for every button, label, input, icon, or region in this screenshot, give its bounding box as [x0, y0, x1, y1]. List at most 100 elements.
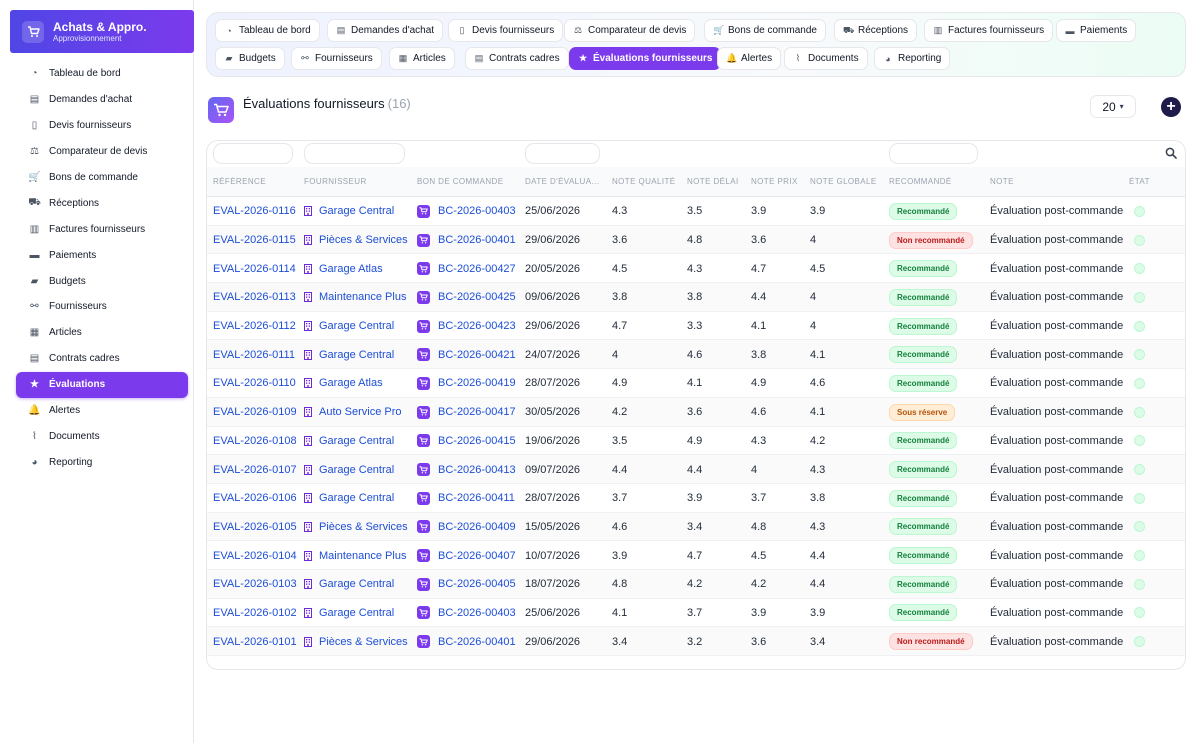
table-row[interactable]: EVAL-2026-0116 Garage Central BC-2026-0040… — [207, 197, 1185, 226]
supplier-link[interactable]: Garage Central — [319, 320, 394, 332]
supplier-link[interactable]: Garage Central — [319, 349, 394, 361]
column-header[interactable]: Note — [990, 177, 1014, 186]
tab-row1-4[interactable]: 🛒 Bons de commande — [704, 19, 826, 42]
tab-row1-5[interactable]: ⛟ Réceptions — [834, 19, 918, 42]
table-row[interactable]: EVAL-2026-0106 Garage Central BC-2026-0041… — [207, 484, 1185, 513]
purchase-order-link[interactable]: BC-2026-00411 — [438, 492, 515, 504]
supplier-link[interactable]: Garage Central — [319, 607, 394, 619]
purchase-order-link[interactable]: BC-2026-00401 — [438, 636, 516, 648]
supplier-link[interactable]: Garage Atlas — [319, 377, 383, 389]
purchase-order-link[interactable]: BC-2026-00421 — [438, 349, 516, 361]
supplier-link[interactable]: Maintenance Plus — [319, 550, 406, 562]
tab-row2-3[interactable]: ▤ Contrats cadres — [465, 47, 569, 70]
sidebar-item-13[interactable]: 🔔 Alertes — [16, 398, 188, 424]
sidebar-item-4[interactable]: 🛒 Bons de commande — [16, 165, 188, 191]
sidebar-item-5[interactable]: ⛟ Réceptions — [16, 190, 188, 216]
tab-row2-4[interactable]: ★ Évaluations fournisseurs — [569, 47, 722, 70]
column-header[interactable]: Date d'évalua... — [525, 177, 601, 186]
table-row[interactable]: EVAL-2026-0101 Pièces & Services BC-2026-0… — [207, 627, 1185, 656]
purchase-order-link[interactable]: BC-2026-00425 — [438, 291, 516, 303]
supplier-link[interactable]: Garage Central — [319, 492, 394, 504]
sidebar-item-14[interactable]: ⌇ Documents — [16, 423, 188, 449]
evaluation-ref-link[interactable]: EVAL-2026-0104 — [213, 550, 297, 562]
supplier-link[interactable]: Pièces & Services — [319, 521, 408, 533]
filter-recommended-input[interactable] — [889, 143, 978, 164]
purchase-order-link[interactable]: BC-2026-00419 — [438, 377, 516, 389]
purchase-order-link[interactable]: BC-2026-00413 — [438, 464, 516, 476]
supplier-link[interactable]: Pièces & Services — [319, 234, 408, 246]
table-row[interactable]: EVAL-2026-0107 Garage Central BC-2026-0041… — [207, 455, 1185, 484]
supplier-link[interactable]: Garage Central — [319, 464, 394, 476]
evaluation-ref-link[interactable]: EVAL-2026-0107 — [213, 464, 297, 476]
evaluation-ref-link[interactable]: EVAL-2026-0101 — [213, 636, 297, 648]
column-header[interactable]: Note qualité — [612, 177, 675, 186]
evaluation-ref-link[interactable]: EVAL-2026-0109 — [213, 406, 297, 418]
purchase-order-link[interactable]: BC-2026-00403 — [438, 607, 516, 619]
table-row[interactable]: EVAL-2026-0102 Garage Central BC-2026-0040… — [207, 599, 1185, 628]
evaluation-ref-link[interactable]: EVAL-2026-0110 — [213, 377, 296, 389]
column-header[interactable]: État — [1129, 177, 1150, 186]
tab-row1-0[interactable]: ◔ Tableau de bord — [215, 19, 320, 42]
tab-row2-0[interactable]: ▰ Budgets — [215, 47, 285, 70]
evaluation-ref-link[interactable]: EVAL-2026-0103 — [213, 578, 297, 590]
evaluation-ref-link[interactable]: EVAL-2026-0114 — [213, 263, 296, 275]
evaluation-ref-link[interactable]: EVAL-2026-0112 — [213, 320, 296, 332]
sidebar-item-15[interactable]: ◕ Reporting — [16, 449, 188, 475]
plus-circle-icon[interactable]: + — [1161, 97, 1181, 117]
page-size-select[interactable]: 20 ▾ — [1090, 95, 1136, 118]
evaluation-ref-link[interactable]: EVAL-2026-0106 — [213, 492, 297, 504]
supplier-link[interactable]: Garage Atlas — [319, 263, 383, 275]
sidebar-item-2[interactable]: ▯ Devis fournisseurs — [16, 113, 188, 139]
table-row[interactable]: EVAL-2026-0112 Garage Central BC-2026-0042… — [207, 312, 1185, 341]
table-row[interactable]: EVAL-2026-0108 Garage Central BC-2026-0041… — [207, 427, 1185, 456]
search-icon[interactable] — [1165, 147, 1177, 159]
evaluation-ref-link[interactable]: EVAL-2026-0105 — [213, 521, 297, 533]
table-row[interactable]: EVAL-2026-0104 Maintenance Plus BC-2026-00… — [207, 541, 1185, 570]
supplier-link[interactable]: Garage Central — [319, 578, 394, 590]
filter-reference-input[interactable] — [213, 143, 293, 164]
evaluation-ref-link[interactable]: EVAL-2026-0113 — [213, 291, 296, 303]
table-row[interactable]: EVAL-2026-0103 Garage Central BC-2026-0040… — [207, 569, 1185, 599]
sidebar-item-10[interactable]: ▦ Articles — [16, 320, 188, 346]
tab-row1-1[interactable]: ▤ Demandes d'achat — [327, 19, 444, 42]
tab-row2-7[interactable]: ◕ Reporting — [874, 47, 951, 70]
purchase-order-link[interactable]: BC-2026-00401 — [438, 234, 516, 246]
purchase-order-link[interactable]: BC-2026-00427 — [438, 263, 516, 275]
purchase-order-link[interactable]: BC-2026-00405 — [438, 578, 516, 590]
table-row[interactable]: EVAL-2026-0114 Garage Atlas BC-2026-00427 2… — [207, 254, 1185, 284]
purchase-order-link[interactable]: BC-2026-00407 — [438, 550, 516, 562]
table-row[interactable]: EVAL-2026-0105 Pièces & Services BC-2026-0… — [207, 512, 1185, 542]
supplier-link[interactable]: Auto Service Pro — [319, 406, 402, 418]
table-row[interactable]: EVAL-2026-0115 Pièces & Services BC-2026-0… — [207, 225, 1185, 255]
evaluation-ref-link[interactable]: EVAL-2026-0115 — [213, 234, 296, 246]
sidebar-item-1[interactable]: ▤ Demandes d'achat — [16, 87, 188, 113]
brand-header[interactable]: Achats & Appro. Approvisionnement — [10, 10, 194, 53]
filter-supplier-input[interactable] — [304, 143, 405, 164]
tab-row2-1[interactable]: ⚯ Fournisseurs — [291, 47, 382, 70]
tab-row1-3[interactable]: ⚖ Comparateur de devis — [564, 19, 696, 42]
supplier-link[interactable]: Maintenance Plus — [319, 291, 406, 303]
sidebar-item-3[interactable]: ⚖ Comparateur de devis — [16, 139, 188, 165]
purchase-order-link[interactable]: BC-2026-00417 — [438, 406, 516, 418]
tab-row1-6[interactable]: ▥ Factures fournisseurs — [924, 19, 1054, 42]
column-header[interactable]: Note globale — [810, 177, 877, 186]
tab-row2-2[interactable]: ▦ Articles — [389, 47, 455, 70]
sidebar-item-8[interactable]: ▰ Budgets — [16, 268, 188, 294]
tab-row2-6[interactable]: ⌇ Documents — [784, 47, 868, 70]
supplier-link[interactable]: Garage Central — [319, 205, 394, 217]
sidebar-item-11[interactable]: ▤ Contrats cadres — [16, 346, 188, 372]
purchase-order-link[interactable]: BC-2026-00415 — [438, 435, 516, 447]
column-header[interactable]: Recommandé — [889, 177, 952, 186]
filter-date-input[interactable] — [525, 143, 600, 164]
tab-row1-2[interactable]: ▯ Devis fournisseurs — [448, 19, 564, 42]
table-row[interactable]: EVAL-2026-0111 Garage Central BC-2026-0042… — [207, 340, 1185, 370]
sidebar-item-12[interactable]: ★ Évaluations — [16, 371, 188, 398]
table-row[interactable]: EVAL-2026-0109 Auto Service Pro BC-2026-00… — [207, 397, 1185, 427]
evaluation-ref-link[interactable]: EVAL-2026-0108 — [213, 435, 297, 447]
sidebar-item-7[interactable]: ▬ Paiements — [16, 242, 188, 268]
supplier-link[interactable]: Garage Central — [319, 435, 394, 447]
evaluation-ref-link[interactable]: EVAL-2026-0102 — [213, 607, 297, 619]
table-row[interactable]: EVAL-2026-0113 Maintenance Plus BC-2026-00… — [207, 283, 1185, 312]
evaluation-ref-link[interactable]: EVAL-2026-0116 — [213, 205, 296, 217]
purchase-order-link[interactable]: BC-2026-00409 — [438, 521, 516, 533]
